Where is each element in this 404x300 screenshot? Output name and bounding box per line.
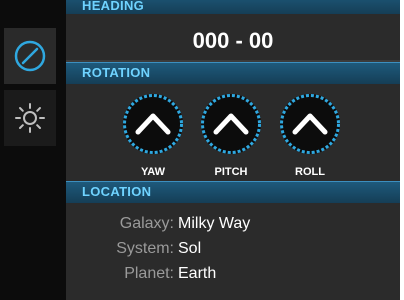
chevron-up-icon bbox=[123, 94, 183, 154]
roll-button[interactable] bbox=[278, 92, 342, 156]
planet-key: Planet: bbox=[124, 265, 174, 282]
rotation-section-header: ROTATION bbox=[66, 62, 400, 84]
location-row-planet: Planet: Earth bbox=[66, 265, 400, 287]
rotation-section-title: ROTATION bbox=[82, 65, 151, 80]
tab-settings[interactable] bbox=[4, 90, 56, 146]
yaw-button[interactable] bbox=[121, 92, 185, 156]
location-row-system: System: Sol bbox=[66, 240, 400, 262]
location-row-galaxy: Galaxy: Milky Way bbox=[66, 215, 400, 237]
chevron-up-icon bbox=[280, 94, 340, 154]
roll-label: ROLL bbox=[295, 166, 325, 178]
heading-section-title: HEADING bbox=[82, 0, 145, 13]
sun-icon bbox=[15, 103, 45, 133]
planet-value: Earth bbox=[178, 265, 217, 282]
location-section-header: LOCATION bbox=[66, 181, 400, 203]
galaxy-key: Galaxy: bbox=[119, 215, 174, 232]
tab-strip bbox=[0, 24, 58, 300]
chevron-up-icon bbox=[201, 94, 261, 154]
yaw-label: YAW bbox=[140, 166, 166, 178]
heading-value: 000 - 00 bbox=[192, 28, 274, 53]
compass-icon bbox=[14, 40, 46, 72]
navigation-window: HEADING 000 - 00 ROTATION YAW PITCH ROLL… bbox=[0, 0, 400, 300]
location-section-title: LOCATION bbox=[82, 184, 152, 199]
heading-section-header: HEADING bbox=[66, 0, 400, 14]
system-value: Sol bbox=[178, 240, 202, 257]
tab-navigation[interactable] bbox=[4, 28, 56, 84]
navigation-panel: HEADING 000 - 00 ROTATION YAW PITCH ROLL… bbox=[66, 0, 400, 300]
system-key: System: bbox=[116, 240, 174, 257]
pitch-button[interactable] bbox=[199, 92, 263, 156]
galaxy-value: Milky Way bbox=[178, 215, 251, 232]
pitch-label: PITCH bbox=[214, 166, 248, 178]
